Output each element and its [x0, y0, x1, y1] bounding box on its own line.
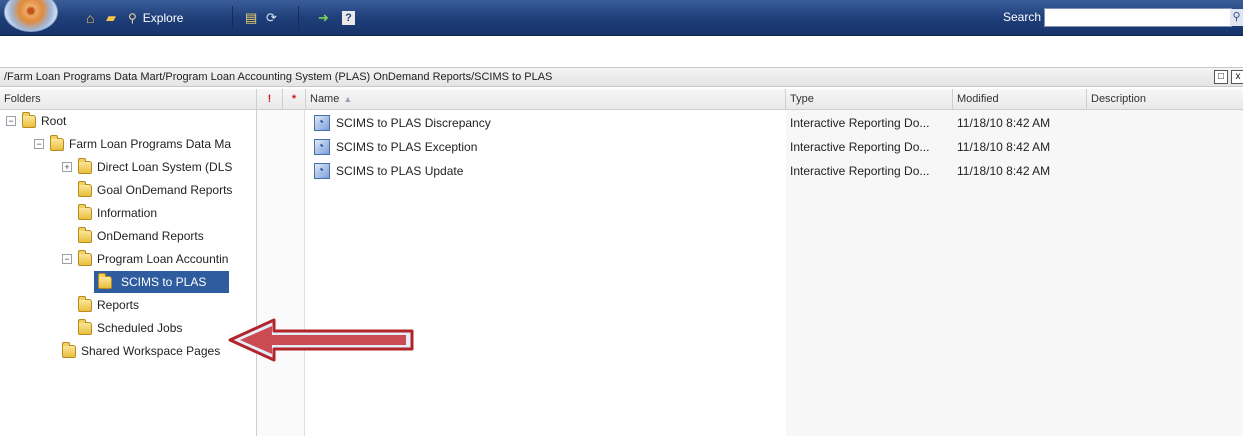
- file-name[interactable]: SCIMS to PLAS Exception: [336, 140, 477, 154]
- folder-icon: [78, 295, 92, 312]
- maximize-icon[interactable]: □: [1214, 70, 1228, 84]
- folder-icon: [62, 341, 76, 358]
- search-input[interactable]: [1044, 8, 1232, 27]
- description-column-header[interactable]: Description: [1087, 89, 1243, 110]
- tree-node-root[interactable]: − Root: [6, 110, 66, 132]
- toolbar-separator: [298, 6, 299, 30]
- explore-label: Explore: [142, 11, 184, 25]
- folder-icon: [50, 134, 64, 151]
- tree-node-information[interactable]: Information: [78, 202, 157, 224]
- interactive-report-icon: [314, 139, 330, 155]
- priority-column-header[interactable]: !: [257, 89, 283, 110]
- file-row[interactable]: SCIMS to PLAS Discrepancy Interactive Re…: [306, 113, 1243, 135]
- file-modified: 11/18/10 8:42 AM: [957, 116, 1051, 130]
- explore-icon: ⚲: [128, 11, 137, 25]
- explore-button[interactable]: ⚲ Explore: [128, 9, 183, 27]
- file-name[interactable]: SCIMS to PLAS Update: [336, 164, 463, 178]
- help-icon[interactable]: ?: [342, 9, 355, 27]
- app-logo-icon[interactable]: ✹: [4, 0, 58, 32]
- file-row[interactable]: SCIMS to PLAS Exception Interactive Repo…: [306, 137, 1243, 159]
- collapse-icon[interactable]: −: [62, 254, 72, 264]
- file-name[interactable]: SCIMS to PLAS Discrepancy: [336, 116, 491, 130]
- folder-icon: [78, 203, 92, 220]
- sort-ascending-icon: ▲: [343, 94, 353, 104]
- folder-icon: [78, 226, 92, 243]
- name-column-label: Name: [310, 93, 340, 105]
- required-column-header[interactable]: *: [283, 89, 306, 110]
- tree-node-label: SCIMS to PLAS: [117, 273, 211, 291]
- file-type: Interactive Reporting Do...: [790, 116, 930, 130]
- tree-node-scims-to-plas[interactable]: SCIMS to PLAS: [94, 271, 229, 293]
- folder-icon: [78, 180, 92, 197]
- refresh-icon[interactable]: ⟳: [266, 9, 277, 27]
- folder-icon: [78, 318, 92, 335]
- file-modified: 11/18/10 8:42 AM: [957, 164, 1051, 178]
- path-bar: /Farm Loan Programs Data Mart/Program Lo…: [0, 67, 1243, 87]
- toolbar-separator: [232, 6, 233, 30]
- file-type: Interactive Reporting Do...: [790, 140, 930, 154]
- interactive-report-icon: [314, 115, 330, 131]
- file-row[interactable]: SCIMS to PLAS Update Interactive Reporti…: [306, 161, 1243, 183]
- main-toolbar: ✹ ⌂ ▰ ⚲ Explore ▤ ⟳ ➜ ? Search ⚲: [0, 0, 1243, 36]
- close-icon[interactable]: x: [1231, 70, 1243, 84]
- tree-node-shared-workspace-pages[interactable]: Shared Workspace Pages: [62, 340, 220, 362]
- folders-header: Folders: [0, 89, 257, 110]
- search-label: Search: [1003, 10, 1042, 24]
- tree-node-direct-loan-system[interactable]: + Direct Loan System (DLS: [62, 156, 232, 178]
- tree-node-goal-ondemand-reports[interactable]: Goal OnDemand Reports: [78, 179, 232, 201]
- export-icon[interactable]: ➜: [318, 9, 329, 27]
- tree-node-farm-loan-programs[interactable]: − Farm Loan Programs Data Ma: [34, 133, 231, 155]
- tree-node-ondemand-reports[interactable]: OnDemand Reports: [78, 225, 204, 247]
- tree-node-scheduled-jobs[interactable]: Scheduled Jobs: [78, 317, 182, 339]
- tree-node-program-loan-accounting[interactable]: − Program Loan Accountin: [62, 248, 228, 270]
- tree-node-label: Shared Workspace Pages: [81, 344, 221, 358]
- document-icon[interactable]: ▤: [245, 9, 257, 27]
- collapse-icon[interactable]: −: [34, 139, 44, 149]
- type-column-header[interactable]: Type: [786, 89, 953, 110]
- tree-node-label: Root: [41, 114, 67, 128]
- home-icon[interactable]: ⌂: [86, 9, 94, 27]
- folder-icon: [98, 272, 112, 289]
- expand-icon[interactable]: +: [62, 162, 72, 172]
- folder-tree: − Root − Farm Loan Programs Data Ma + Di…: [0, 110, 257, 436]
- interactive-report-icon: [314, 163, 330, 179]
- annotation-arrow-icon: [228, 318, 414, 362]
- modified-column-header[interactable]: Modified: [953, 89, 1087, 110]
- open-folder-icon[interactable]: ▰: [106, 9, 116, 27]
- tree-node-label: Program Loan Accountin: [97, 252, 229, 266]
- tree-node-label: Scheduled Jobs: [97, 321, 183, 335]
- tree-node-label: Reports: [97, 298, 140, 312]
- column-header-row: Folders ! * Name ▲ Type Modified Descript…: [0, 89, 1243, 110]
- search-icon[interactable]: ⚲: [1230, 9, 1243, 26]
- folder-icon: [78, 249, 92, 266]
- tree-node-label: Direct Loan System (DLS: [97, 160, 233, 174]
- tree-node-label: Farm Loan Programs Data Ma: [69, 137, 232, 151]
- tree-node-label: Information: [97, 206, 158, 220]
- tree-node-reports[interactable]: Reports: [78, 294, 139, 316]
- file-modified: 11/18/10 8:42 AM: [957, 140, 1051, 154]
- folder-icon: [22, 111, 36, 128]
- file-type: Interactive Reporting Do...: [790, 164, 930, 178]
- tree-node-label: Goal OnDemand Reports: [97, 183, 233, 197]
- folder-icon: [78, 157, 92, 174]
- flag-columns-area: [257, 110, 305, 436]
- collapse-icon[interactable]: −: [6, 116, 16, 126]
- tree-node-label: OnDemand Reports: [97, 229, 204, 243]
- name-column-header[interactable]: Name ▲: [306, 89, 786, 110]
- breadcrumb: /Farm Loan Programs Data Mart/Program Lo…: [4, 71, 553, 83]
